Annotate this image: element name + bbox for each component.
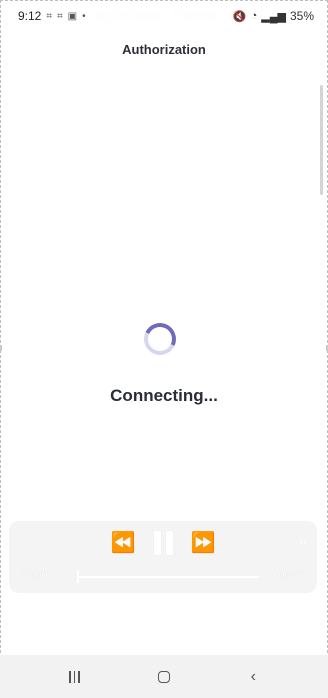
status-time: 9:12 xyxy=(18,9,42,23)
player-controls: ⏪ ⏩ xyxy=(9,531,317,555)
dot-icon: • xyxy=(82,10,86,22)
scroll-indicator[interactable] xyxy=(320,85,323,195)
screenshot-icon: ⌗ xyxy=(46,10,52,22)
back-button[interactable]: ‹ xyxy=(238,668,268,686)
seek-thumb[interactable] xyxy=(77,570,79,583)
media-player: ⏪ ⏩ » 00:00 00:07 xyxy=(9,521,317,593)
time-elapsed: 00:00 xyxy=(20,570,48,582)
status-left: 9:12 ⌗ ⌗ ▣ • xyxy=(18,9,86,23)
wifi-icon: ◔ xyxy=(250,10,258,22)
connecting-status: Connecting... xyxy=(110,386,218,405)
pause-button[interactable] xyxy=(153,531,173,555)
mute-icon: 🔇 xyxy=(232,10,247,23)
page-title: Authorization xyxy=(122,42,206,57)
status-right: 🔇 ◔ ▂▄▆ 35% xyxy=(233,9,314,23)
side-handle-left xyxy=(0,345,2,351)
signal-icon: ▂▄▆ xyxy=(261,10,286,23)
home-button[interactable] xyxy=(149,670,179,683)
time-total: 00:07 xyxy=(278,570,306,582)
rewind-icon[interactable]: ⏪ xyxy=(111,533,136,553)
app-release-banner: pp Release - Expired xyxy=(96,8,219,22)
battery-percent: 35% xyxy=(289,9,314,23)
recents-button[interactable] xyxy=(60,670,90,683)
skip-forward-icon[interactable]: » xyxy=(298,533,307,551)
home-icon xyxy=(157,670,170,683)
fast-forward-icon[interactable]: ⏩ xyxy=(191,533,216,553)
screenshot-icon: ⌗ xyxy=(57,10,63,22)
system-nav-bar: ‹ xyxy=(0,655,328,698)
seek-bar[interactable] xyxy=(77,576,259,578)
gallery-icon: ▣ xyxy=(67,10,78,22)
